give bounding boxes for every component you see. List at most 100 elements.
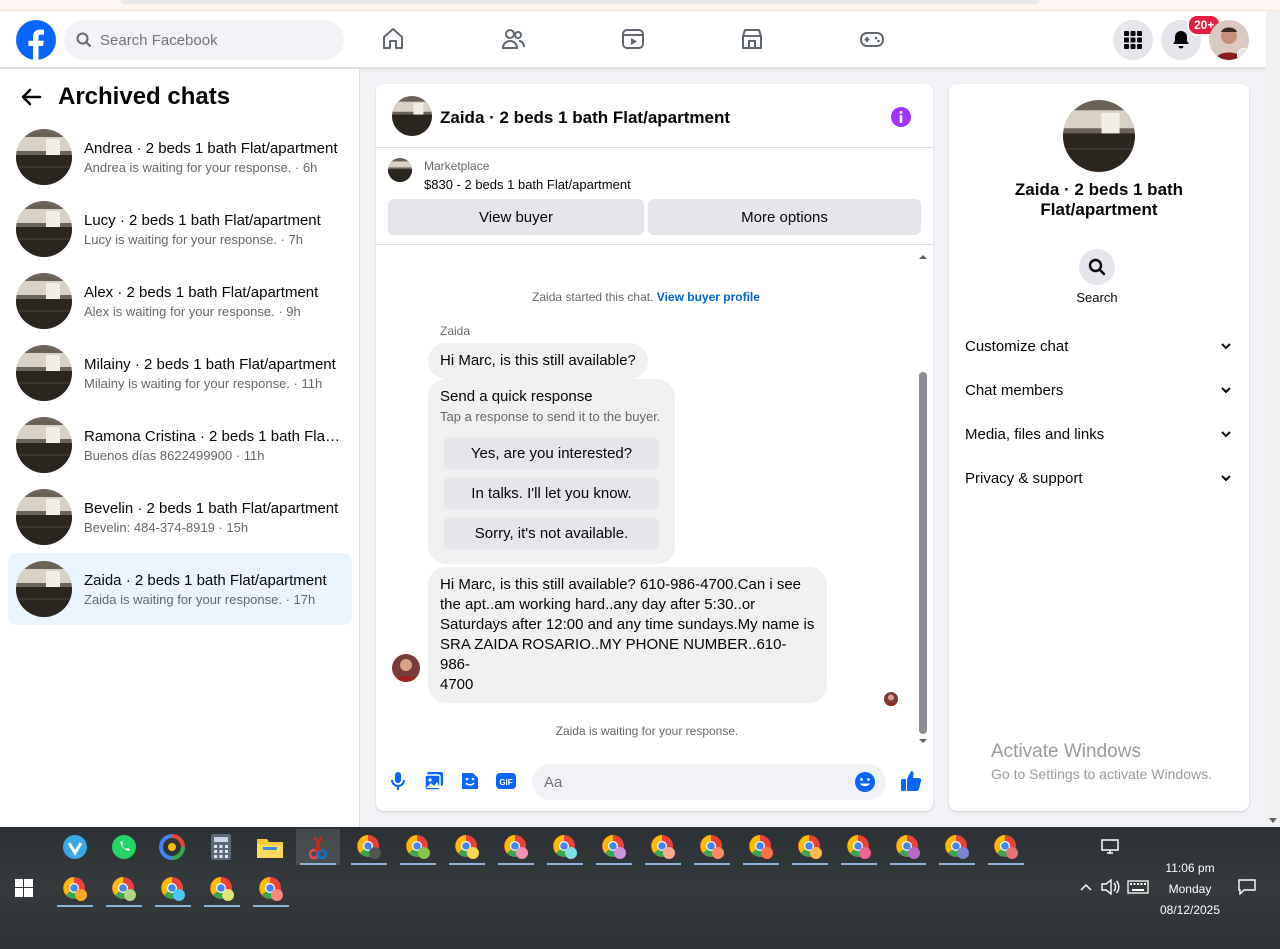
back-arrow-icon[interactable] — [20, 86, 42, 108]
gaming-icon[interactable] — [857, 24, 887, 54]
action-center-icon[interactable] — [1225, 869, 1269, 905]
quick-response-not-available[interactable]: Sorry, it's not available. — [444, 517, 659, 549]
scroll-down-arrow-icon[interactable] — [916, 736, 930, 746]
chat-item-ramona-cristina[interactable]: Ramona Cristina · 2 beds 1 bath Flat/apa… — [8, 409, 352, 481]
divider — [376, 244, 933, 245]
scrollbar-thumb[interactable] — [919, 372, 927, 734]
quick-response-in-talks[interactable]: In talks. I'll let you know. — [444, 477, 659, 509]
chevron-down-icon — [1221, 431, 1231, 438]
privacy-support-section[interactable]: Privacy & support — [965, 458, 1233, 498]
conversation-title[interactable]: Zaida · 2 beds 1 bath Flat/apartment — [440, 108, 730, 128]
chat-info-title: Zaida · 2 beds 1 bath Flat/apartment — [1014, 180, 1184, 219]
chrome-profile-icon[interactable] — [935, 829, 979, 865]
chat-item-lucy[interactable]: Lucy · 2 beds 1 bath Flat/apartment Lucy … — [8, 193, 352, 265]
chat-item-bevelin[interactable]: Bevelin · 2 beds 1 bath Flat/apartment Be… — [8, 481, 352, 553]
scroll-down-arrow-icon[interactable] — [1269, 818, 1277, 823]
chrome-profile-icon[interactable] — [641, 829, 685, 865]
message-line: Hi Marc, is this still available? 610-98… — [440, 576, 802, 593]
scroll-up-arrow-icon[interactable] — [916, 252, 930, 262]
file-explorer-icon[interactable] — [248, 829, 292, 865]
chrome-profile-icon[interactable] — [739, 829, 783, 865]
taskbar-clock[interactable]: 11:06 pm Monday 08/12/2025 — [1150, 858, 1230, 921]
sender-avatar — [392, 654, 420, 682]
listing-thumbnail[interactable] — [392, 96, 432, 136]
bell-icon — [1173, 31, 1189, 49]
windows-start-icon[interactable] — [2, 870, 46, 906]
chat-title: Milainy · 2 beds 1 bath Flat/apartment — [84, 355, 336, 373]
chrome-profile-icon[interactable] — [396, 829, 440, 865]
whatsapp-icon[interactable] — [102, 829, 146, 865]
chat-item-milainy[interactable]: Milainy · 2 beds 1 bath Flat/apartment Mi… — [8, 337, 352, 409]
view-buyer-button[interactable]: View buyer — [388, 199, 644, 235]
video-icon[interactable] — [618, 24, 648, 54]
chrome-profile-icon[interactable] — [788, 829, 832, 865]
chrome-profile-icon[interactable] — [837, 829, 881, 865]
sticker-icon[interactable] — [459, 770, 481, 792]
page-scrollbar[interactable] — [1266, 11, 1280, 827]
network-desktop-icon[interactable] — [1088, 829, 1132, 865]
facebook-logo-icon[interactable] — [16, 20, 56, 60]
friends-icon[interactable] — [498, 24, 528, 54]
listing-thumbnail — [16, 129, 72, 185]
thumbs-up-icon[interactable] — [899, 769, 923, 793]
chrome-profile-icon[interactable] — [690, 829, 734, 865]
chat-item-zaida[interactable]: Zaida · 2 beds 1 bath Flat/apartment Zaid… — [8, 553, 352, 625]
chevron-down-icon — [1221, 343, 1231, 350]
chat-members-section[interactable]: Chat members — [965, 370, 1233, 410]
gif-icon[interactable]: GIF — [495, 770, 517, 792]
search-facebook-box[interactable] — [64, 20, 344, 60]
chat-item-alex[interactable]: Alex · 2 beds 1 bath Flat/apartment Alex … — [8, 265, 352, 337]
message-composer: GIF — [376, 754, 933, 811]
message-line: Saturdays after 12:00 and any time sunda… — [440, 616, 815, 633]
info-icon[interactable] — [890, 106, 912, 128]
message-input-box[interactable] — [532, 764, 886, 800]
chrome-profile-icon[interactable] — [347, 829, 391, 865]
search-in-chat-button[interactable] — [1079, 249, 1115, 285]
google-app-icon[interactable] — [150, 829, 194, 865]
marketplace-label: Marketplace — [424, 159, 490, 173]
more-options-button[interactable]: More options — [648, 199, 921, 235]
chat-subtitle: Alex is waiting for your response. · 9h — [84, 303, 301, 319]
chrome-profile-icon[interactable] — [102, 871, 146, 907]
chat-subtitle: Buenos días 8622499900 · 11h — [84, 447, 265, 463]
chat-subtitle: Zaida is waiting for your response. · 17… — [84, 591, 316, 607]
chrome-profile-icon[interactable] — [151, 871, 195, 907]
search-icon — [76, 32, 92, 48]
started-text: Zaida started this chat. — [532, 290, 654, 304]
customize-chat-section[interactable]: Customize chat — [965, 326, 1233, 366]
chrome-profile-icon[interactable] — [200, 871, 244, 907]
chat-list: Andrea · 2 beds 1 bath Flat/apartment And… — [8, 121, 352, 625]
chrome-profile-icon[interactable] — [53, 871, 97, 907]
home-icon[interactable] — [378, 24, 408, 54]
message-bubble-long: Hi Marc, is this still available? 610-98… — [428, 567, 827, 703]
message-input[interactable] — [544, 773, 834, 791]
chrome-profile-icon[interactable] — [592, 829, 636, 865]
media-files-links-section[interactable]: Media, files and links — [965, 414, 1233, 454]
chrome-profile-icon[interactable] — [445, 829, 489, 865]
windows-taskbar: 11:06 pm Monday 08/12/2025 — [0, 827, 1280, 949]
quick-response-box: Send a quick response Tap a response to … — [428, 379, 675, 564]
search-input[interactable] — [100, 31, 320, 49]
calculator-icon[interactable] — [199, 829, 243, 865]
microphone-icon[interactable] — [387, 770, 409, 792]
shield-app-icon[interactable] — [53, 829, 97, 865]
listing-thumbnail — [16, 417, 72, 473]
listing-price[interactable]: $830 - 2 beds 1 bath Flat/apartment — [424, 177, 631, 192]
account-avatar[interactable] — [1209, 20, 1249, 60]
quick-response-yes[interactable]: Yes, are you interested? — [444, 437, 659, 469]
clock-time: 11:06 pm — [1165, 861, 1215, 875]
snipping-tool-icon[interactable] — [296, 829, 340, 865]
marketplace-icon[interactable] — [737, 24, 767, 54]
chrome-profile-icon[interactable] — [494, 829, 538, 865]
chevron-down-icon — [1221, 475, 1231, 482]
menu-grid-button[interactable] — [1113, 20, 1153, 60]
chat-item-andrea[interactable]: Andrea · 2 beds 1 bath Flat/apartment And… — [8, 121, 352, 193]
chrome-profile-icon[interactable] — [543, 829, 587, 865]
svg-text:GIF: GIF — [499, 778, 512, 787]
photo-icon[interactable] — [423, 770, 445, 792]
chrome-profile-icon[interactable] — [249, 871, 293, 907]
chrome-profile-icon[interactable] — [886, 829, 930, 865]
emoji-icon[interactable] — [854, 771, 876, 793]
chrome-profile-icon[interactable] — [984, 829, 1028, 865]
view-buyer-profile-link[interactable]: View buyer profile — [657, 290, 760, 304]
